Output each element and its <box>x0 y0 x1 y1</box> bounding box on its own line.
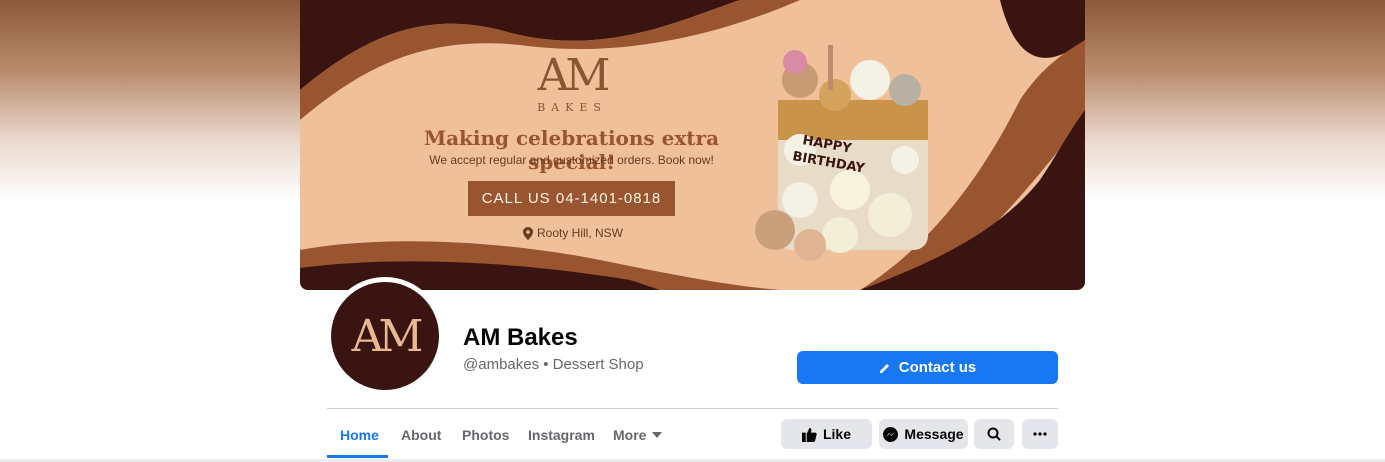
tab-photos[interactable]: Photos <box>462 419 509 451</box>
tab-instagram-label: Instagram <box>528 427 595 443</box>
tabs-divider <box>327 408 1058 409</box>
more-options-button[interactable] <box>1022 419 1058 449</box>
tab-more-label: More <box>613 427 647 443</box>
tab-photos-label: Photos <box>462 427 510 443</box>
contact-us-label: Contact us <box>898 359 977 376</box>
cover-call-banner: CALL US 04-1401-0818 <box>468 181 675 216</box>
cover-subline: We accept regular and customized orders.… <box>429 153 714 167</box>
tab-instagram[interactable]: Instagram <box>528 419 595 451</box>
pencil-icon <box>879 363 889 373</box>
cover-photo[interactable]: AM BAKES Making celebrations extra speci… <box>300 0 1085 290</box>
cover-location: Rooty Hill, NSW <box>500 226 646 240</box>
location-label: Rooty Hill, NSW <box>536 226 623 240</box>
tab-more[interactable]: More <box>613 419 663 451</box>
page-handle-category: @ambakes • Dessert Shop <box>463 356 644 373</box>
caret-down-icon <box>652 432 663 438</box>
thumbs-up-icon <box>801 427 817 442</box>
search-icon <box>987 427 1001 441</box>
avatar-logo: AM <box>331 282 439 390</box>
active-tab-indicator <box>327 455 388 458</box>
like-button[interactable]: Like <box>781 419 872 449</box>
contact-us-button[interactable]: Contact us <box>797 351 1058 384</box>
messenger-icon <box>883 426 899 442</box>
cover-logo-subtitle: BAKES <box>537 101 607 114</box>
like-label: Like <box>822 426 851 442</box>
tab-home[interactable]: Home <box>340 419 379 451</box>
birthday-cake-image: HAPPY BIRTHDAY <box>755 45 928 261</box>
message-label: Message <box>904 426 964 442</box>
ellipsis-icon <box>1033 432 1047 436</box>
page-title[interactable]: AM Bakes <box>463 324 578 352</box>
message-button[interactable]: Message <box>879 419 968 449</box>
cover-logo-mark: AM <box>537 50 611 101</box>
profile-picture[interactable]: AM <box>326 277 444 395</box>
map-pin-icon <box>522 226 533 240</box>
tab-home-label: Home <box>340 427 379 443</box>
search-button[interactable] <box>974 419 1014 449</box>
tab-about[interactable]: About <box>401 419 441 451</box>
tab-about-label: About <box>401 427 442 443</box>
